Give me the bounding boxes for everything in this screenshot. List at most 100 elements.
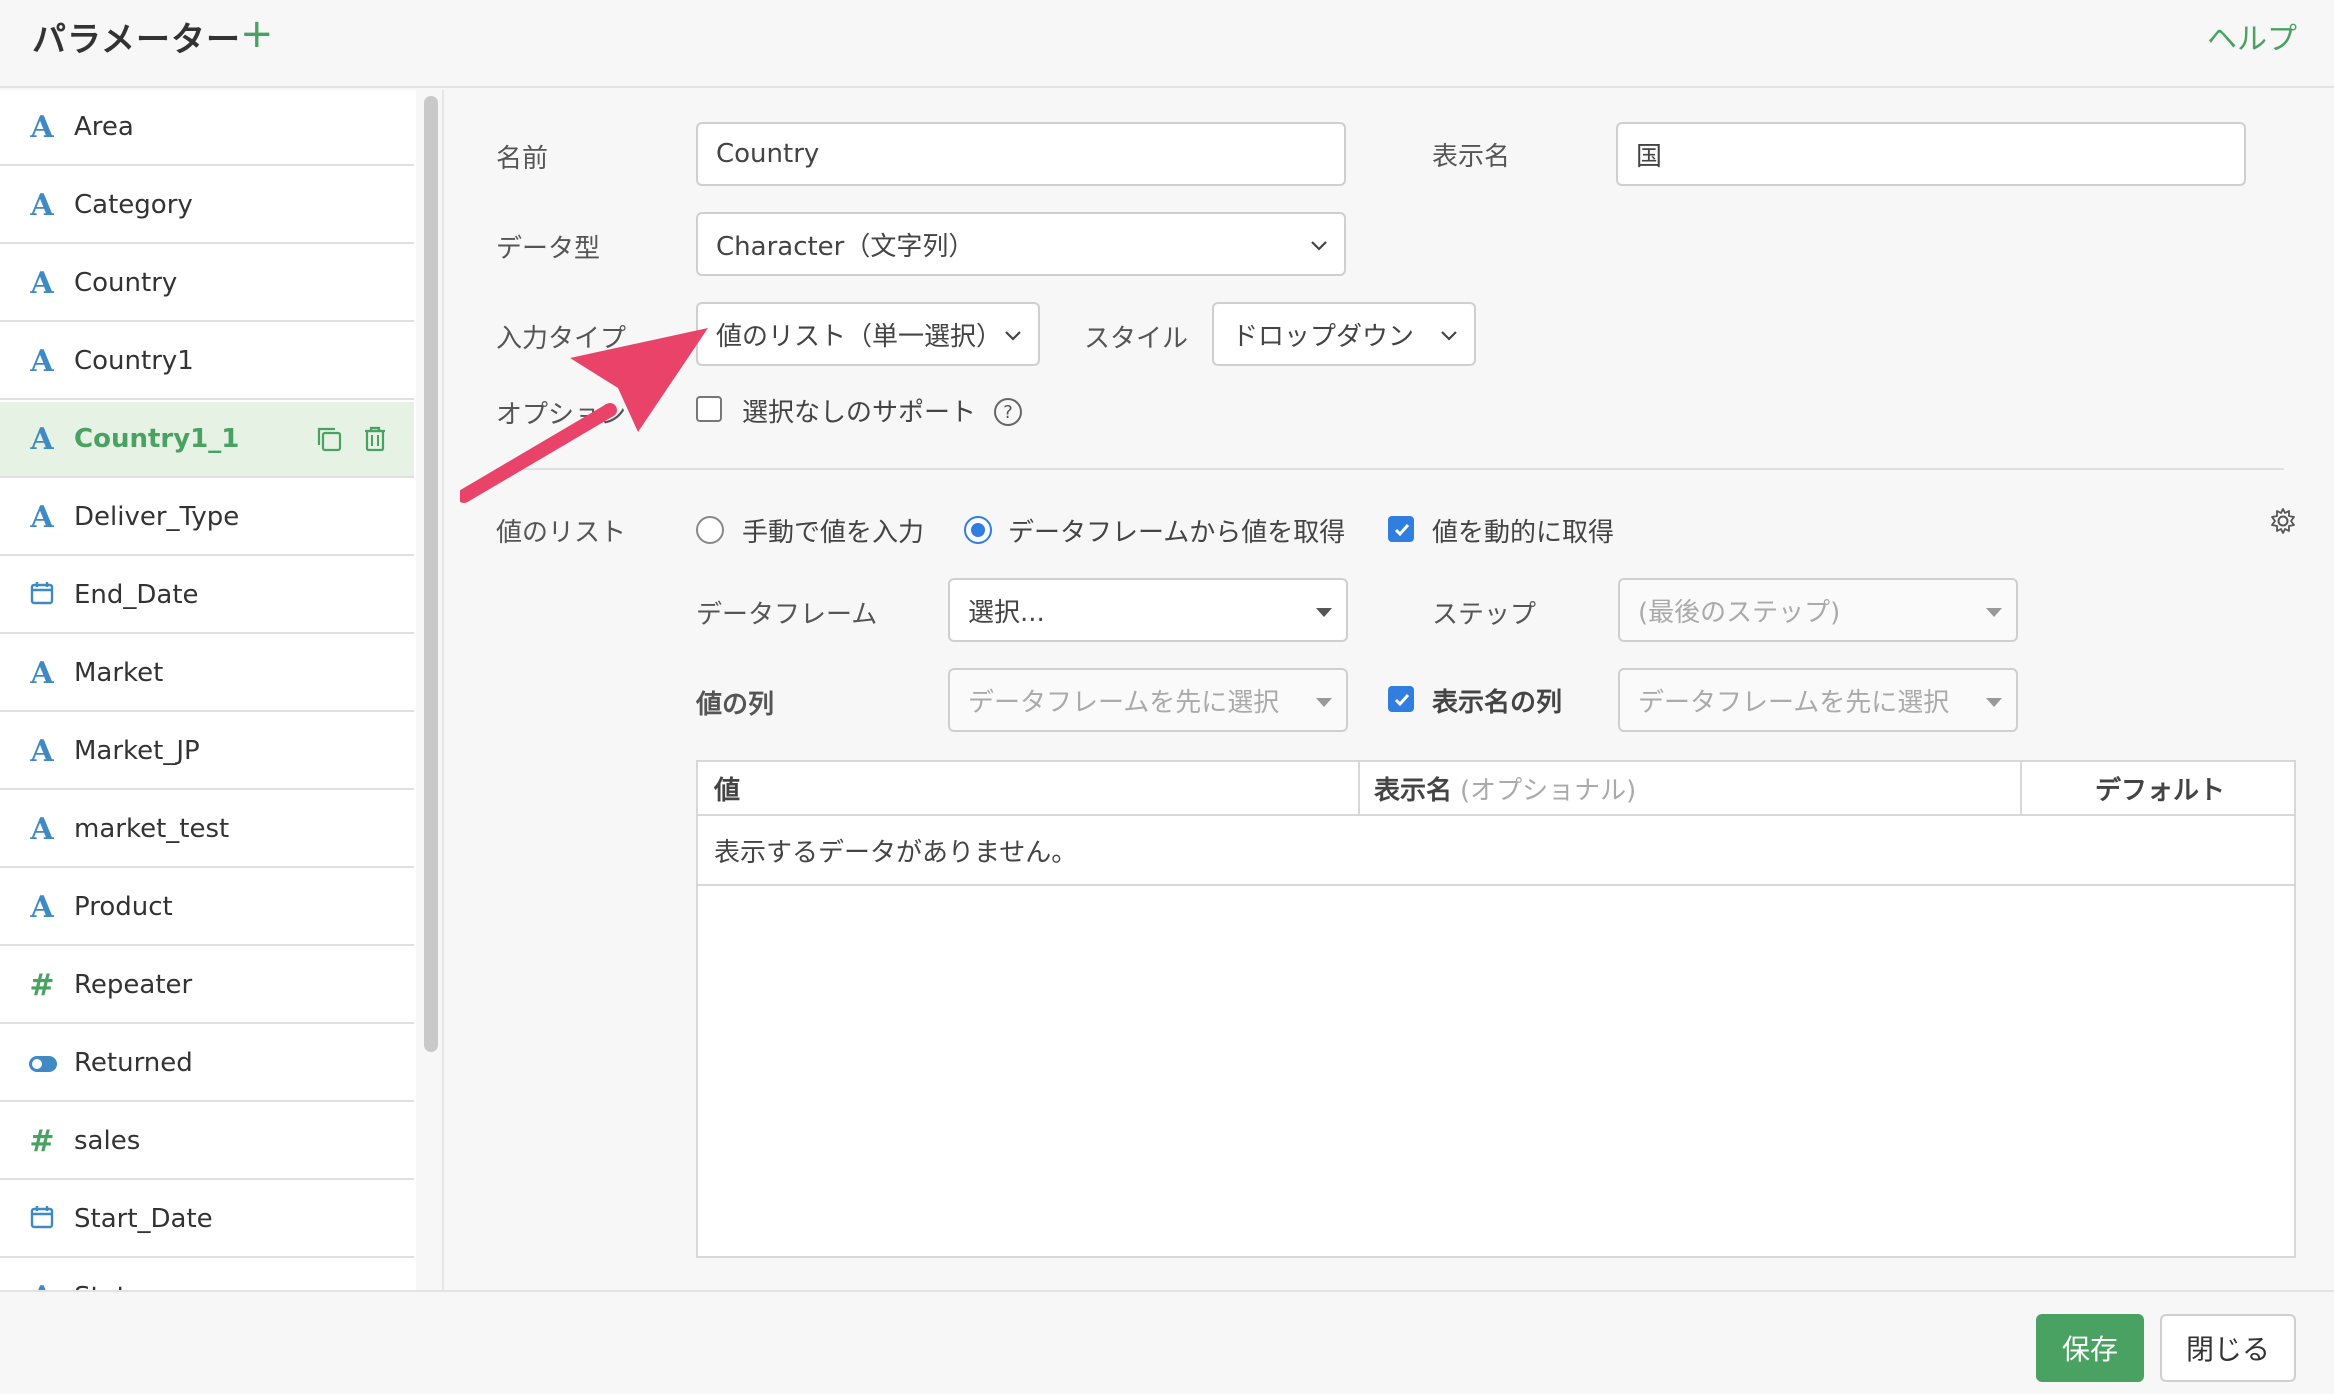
help-link[interactable]: ヘルプ xyxy=(2207,14,2297,58)
help-icon[interactable]: ? xyxy=(994,398,1022,426)
sidebar-item-label: Repeater xyxy=(74,970,193,1000)
sidebar-item-country1[interactable]: A Country1 xyxy=(0,324,414,400)
caret-down-icon xyxy=(1986,698,2002,707)
sidebar-item-label: Market_JP xyxy=(74,736,200,766)
add-parameter-button[interactable]: + xyxy=(240,6,274,62)
item-actions xyxy=(314,424,390,454)
column-header-optional-note: (オプショナル) xyxy=(1460,775,1637,806)
dialog-header: パラメーター + ヘルプ xyxy=(0,0,2334,88)
data-type-select[interactable]: Character（文字列） xyxy=(696,212,1346,276)
value-column-value: データフレームを先に選択 xyxy=(968,687,1280,718)
display-column-value: データフレームを先に選択 xyxy=(1638,687,1950,718)
display-column-label: 表示名の列 xyxy=(1432,688,1563,718)
sidebar-item-label: State xyxy=(74,1282,143,1290)
sidebar-item-market-test[interactable]: Amarket_test xyxy=(0,792,414,868)
empty-message: 表示するデータがありません。 xyxy=(698,816,2294,886)
manual-input-label: 手動で値を入力 xyxy=(742,518,925,548)
step-value: (最後のステップ) xyxy=(1638,597,1841,628)
sidebar-item-area[interactable]: A Area xyxy=(0,90,414,166)
display-column-select[interactable]: データフレームを先に選択 xyxy=(1618,668,2018,732)
step-select[interactable]: (最後のステップ) xyxy=(1618,578,2018,642)
sidebar-item-returned[interactable]: Returned xyxy=(0,1026,414,1102)
character-type-icon: A xyxy=(30,187,54,223)
sidebar-item-deliver-type[interactable]: A Deliver_Type xyxy=(0,480,414,556)
sidebar-item-market-jp[interactable]: A Market_JP xyxy=(0,714,414,790)
display-name-input[interactable]: 国 xyxy=(1616,122,2246,186)
caret-down-icon xyxy=(1986,608,2002,617)
chevron-down-icon xyxy=(1311,241,1327,251)
value-column-select[interactable]: データフレームを先に選択 xyxy=(948,668,1348,732)
style-label: スタイル xyxy=(1084,324,1189,354)
style-select[interactable]: ドロップダウン xyxy=(1212,302,1476,366)
sidebar-scrollbar[interactable] xyxy=(424,96,438,1052)
sidebar-item-sales[interactable]: # sales xyxy=(0,1104,414,1180)
dataframe-radio[interactable] xyxy=(964,516,992,544)
dataframe-select[interactable]: 選択... xyxy=(948,578,1348,642)
name-label: 名前 xyxy=(496,144,549,174)
table-header: 値 表示名 (オプショナル) デフォルト xyxy=(698,762,2294,816)
dataframe-value: 選択... xyxy=(968,597,1045,628)
style-value: ドロップダウン xyxy=(1232,321,1415,352)
parameter-list: A Area A Category A Country A Country1 A Country1… xyxy=(0,90,416,1290)
save-button[interactable]: 保存 xyxy=(2036,1314,2144,1382)
dynamic-fetch-checkbox[interactable] xyxy=(1388,516,1414,542)
sidebar-item-state[interactable]: A State xyxy=(0,1260,414,1291)
sidebar-item-label: Area xyxy=(74,112,134,142)
sidebar-item-product[interactable]: A Product xyxy=(0,870,414,946)
dataframe-label: データフレーム xyxy=(696,600,878,630)
calendar-icon xyxy=(28,1202,56,1237)
column-header-default: デフォルト xyxy=(2094,775,2225,806)
sidebar-item-label: Product xyxy=(74,892,173,922)
sidebar-item-label: Country xyxy=(74,268,178,298)
gear-icon[interactable] xyxy=(2268,506,2298,536)
name-input[interactable]: Country xyxy=(696,122,1346,186)
sidebar-item-country1-1[interactable]: A Country1_1 xyxy=(0,402,414,478)
chevron-down-icon xyxy=(1005,331,1021,341)
character-type-icon: A xyxy=(30,733,54,769)
character-type-icon: A xyxy=(30,889,54,925)
sidebar-item-end-date[interactable]: End_Date xyxy=(0,558,414,634)
sidebar-item-label: Category xyxy=(74,190,193,220)
calendar-icon xyxy=(28,578,56,613)
sidebar-item-label: Country1 xyxy=(74,346,194,376)
dataframe-radio-label: データフレームから値を取得 xyxy=(1008,518,1346,548)
sidebar-item-label: Deliver_Type xyxy=(74,502,240,532)
close-button[interactable]: 閉じる xyxy=(2160,1314,2296,1382)
sidebar-item-label: market_test xyxy=(74,814,230,844)
dialog-footer: 保存 閉じる xyxy=(0,1290,2334,1394)
trash-icon[interactable] xyxy=(360,424,390,454)
check-icon xyxy=(1394,524,1410,537)
sidebar-item-label: Start_Date xyxy=(74,1204,213,1234)
column-divider xyxy=(1358,762,1360,814)
character-type-icon: A xyxy=(30,265,54,301)
sidebar-item-label: Returned xyxy=(74,1048,193,1078)
column-header-display-name: 表示名 (オプショナル) xyxy=(1374,762,1636,814)
sidebar-item-market[interactable]: A Market xyxy=(0,636,414,712)
sidebar-item-repeater[interactable]: # Repeater xyxy=(0,948,414,1024)
data-type-label: データ型 xyxy=(496,234,601,264)
character-type-icon: A xyxy=(30,343,54,379)
character-type-icon: A xyxy=(30,109,54,145)
step-label: ステップ xyxy=(1432,600,1537,630)
column-header-value: 値 xyxy=(714,775,741,806)
duplicate-icon[interactable] xyxy=(314,424,344,454)
display-name-label: 表示名 xyxy=(1432,142,1511,172)
annotation-arrow xyxy=(460,328,708,503)
sidebar-item-label: sales xyxy=(74,1126,141,1156)
dynamic-fetch-label: 値を動的に取得 xyxy=(1432,518,1615,548)
sidebar-item-start-date[interactable]: Start_Date xyxy=(0,1182,414,1258)
sidebar-item-country[interactable]: A Country xyxy=(0,246,414,322)
data-type-value: Character（文字列） xyxy=(716,231,975,262)
sidebar-item-category[interactable]: A Category xyxy=(0,168,414,244)
dialog-title: パラメーター xyxy=(32,20,241,60)
column-header-display-name-text: 表示名 xyxy=(1374,775,1453,806)
value-column-label: 値の列 xyxy=(696,690,775,720)
values-table: 値 表示名 (オプショナル) デフォルト 表示するデータがありません。 xyxy=(696,760,2296,1258)
toggle-icon xyxy=(28,1046,57,1081)
character-type-icon: A xyxy=(28,1280,56,1291)
character-type-icon: A xyxy=(30,811,54,847)
sidebar-item-label: Market xyxy=(74,658,164,688)
section-divider xyxy=(496,468,2284,470)
check-icon xyxy=(1394,694,1410,707)
display-column-checkbox[interactable] xyxy=(1388,686,1414,712)
